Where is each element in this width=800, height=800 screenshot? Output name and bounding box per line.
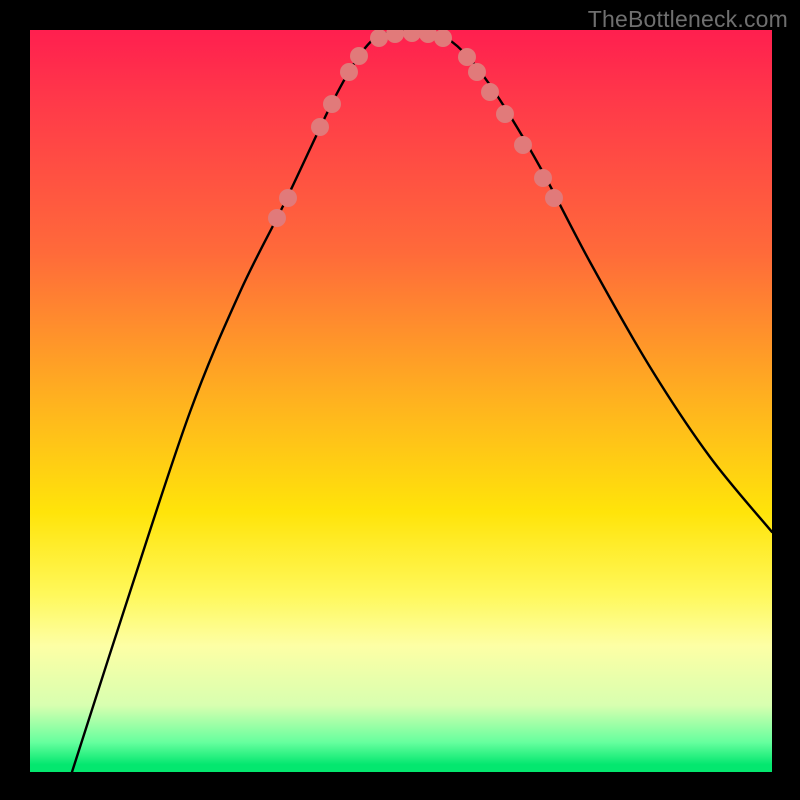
- plot-area: [30, 30, 772, 772]
- data-marker: [268, 209, 286, 227]
- data-marker: [323, 95, 341, 113]
- data-marker: [434, 30, 452, 47]
- data-marker: [350, 47, 368, 65]
- data-marker: [403, 30, 421, 42]
- data-marker: [534, 169, 552, 187]
- data-marker: [458, 48, 476, 66]
- data-marker: [386, 30, 404, 43]
- watermark-label: TheBottleneck.com: [588, 6, 788, 33]
- data-marker: [545, 189, 563, 207]
- data-marker: [311, 118, 329, 136]
- chart-overlay: [30, 30, 772, 772]
- data-marker: [514, 136, 532, 154]
- chart-container: TheBottleneck.com: [0, 0, 800, 800]
- data-marker: [481, 83, 499, 101]
- data-marker: [468, 63, 486, 81]
- bottleneck-curve: [72, 31, 772, 772]
- data-marker: [340, 63, 358, 81]
- data-marker: [370, 30, 388, 47]
- data-marker: [496, 105, 514, 123]
- data-marker: [279, 189, 297, 207]
